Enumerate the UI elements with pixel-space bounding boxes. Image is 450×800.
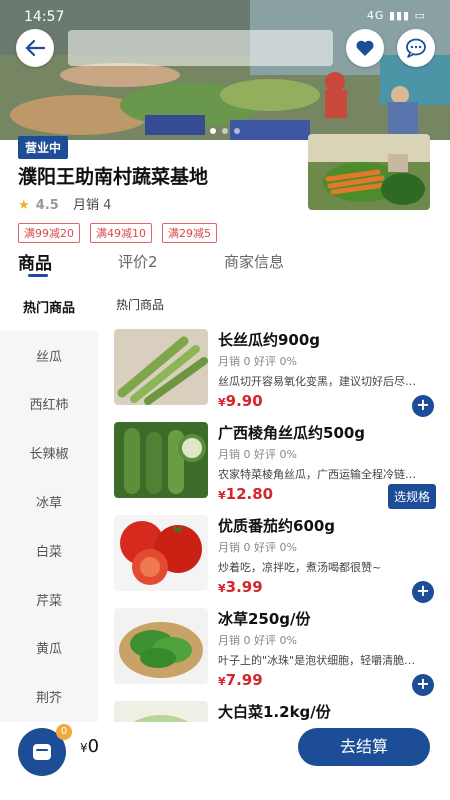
product-image [114,701,208,722]
status-time: 14:57 [24,9,65,25]
product-price: ¥9.90 [218,392,263,410]
store-name: 濮阳王助南村蔬菜基地 [18,166,209,188]
add-to-cart-button[interactable]: + [412,674,434,696]
product-card[interactable]: 冰草250g/份 月销 0 好评 0% 叶子上的"冰珠"是泡状细胞，轻嚼清脆多汁… [114,608,444,696]
store-rating: ★ 4.5 月销 4 [18,194,111,213]
add-to-cart-button[interactable]: + [412,395,434,417]
product-description: 炒着吃，凉拌吃，煮汤喝都很赞~ [218,561,382,574]
store-thumbnail [308,134,430,210]
status-icons: 4G ▮▮▮ ▭ [366,9,426,22]
carousel-dots [210,128,240,134]
chat-icon [406,38,426,58]
product-name: 优质番茄约600g [218,517,336,535]
status-bar: 14:57 4G ▮▮▮ ▭ [0,0,450,30]
sidebar-item-schizonepeta[interactable]: 荆芥 [0,672,98,721]
sidebar-item-cabbage[interactable]: 白菜 [0,526,98,575]
arrow-left-icon [25,39,45,57]
coupon-tag[interactable]: 满29减5 [162,223,217,243]
coupon-tag[interactable]: 满99减20 [18,223,80,243]
tab-merchant-info[interactable]: 商家信息 [224,251,284,272]
product-stats: 月销 0 好评 0% [218,355,297,368]
add-to-cart-button[interactable]: + [412,581,434,603]
checkout-button[interactable]: 去结算 [298,728,430,766]
product-price: ¥12.80 [218,485,274,503]
store-thumbnail-image [308,134,430,210]
section-title: 热门商品 [116,298,165,312]
product-card[interactable]: 广西棱角丝瓜约500g 月销 0 好评 0% 农家特菜棱角丝瓜，广西运输全程冷链… [114,422,444,509]
carousel-dot [210,128,216,134]
product-description: 农家特菜棱角丝瓜，广西运输全程冷链保鲜 [218,468,420,481]
monthly-sales-label: 月销 [72,198,99,213]
sidebar-item-ice-plant[interactable]: 冰草 [0,477,98,526]
sidebar-item-loofah[interactable]: 丝瓜 [0,331,98,380]
sidebar-item-long-pepper[interactable]: 长辣椒 [0,428,98,477]
active-tab-indicator [28,274,48,277]
star-icon: ★ [18,198,30,213]
carousel-dot [222,128,228,134]
sidebar-item-celery[interactable]: 芹菜 [0,575,98,624]
product-name: 冰草250g/份 [218,610,311,628]
store-banner: 14:57 4G ▮▮▮ ▭ [0,0,450,150]
cart-total: ¥0 [80,736,100,757]
tab-products[interactable]: 商品 [18,249,52,274]
product-image [114,329,208,405]
cart-count-badge: 0 [56,724,72,740]
product-stats: 月销 0 好评 0% [218,634,297,647]
rating-value: 4.5 [35,198,59,213]
favorite-button[interactable] [346,29,384,67]
product-name: 长丝瓜约900g [218,331,321,349]
product-description: 叶子上的"冰珠"是泡状细胞，轻嚼清脆多汁 [218,654,420,667]
sidebar-item-cucumber[interactable]: 黄瓜 [0,624,98,673]
store-page: 14:57 4G ▮▮▮ ▭ 营业中 濮阳王助南村蔬菜基地 ★ 4.5 月销 4… [0,0,450,800]
carousel-dot [234,128,240,134]
search-bar[interactable] [68,30,333,66]
sidebar-item-tomato[interactable]: 西红柿 [0,380,98,429]
product-name: 广西棱角丝瓜约500g [218,424,366,442]
tab-reviews[interactable]: 评价2 [118,251,158,272]
cart-bar: 0 ¥0 去结算 [0,722,450,800]
select-spec-button[interactable]: 选规格 [387,484,436,509]
sidebar-item-hot[interactable]: 热门商品 [0,282,98,331]
product-list: 热门商品 长丝瓜约900g 月销 0 好评 0% 丝瓜切开容易氧化变黑，建议切好… [98,282,450,722]
product-image [114,608,208,684]
product-stats: 月销 0 好评 0% [218,448,297,461]
product-name: 大白菜1.2kg/份 [218,703,331,721]
product-image [114,422,208,498]
product-price: ¥3.99 [218,578,263,596]
message-button[interactable] [397,29,435,67]
open-status-badge: 营业中 [18,136,69,159]
category-sidebar: 热门商品 丝瓜 西红柿 长辣椒 冰草 白菜 芹菜 黄瓜 荆芥 [0,282,98,722]
monthly-sales-count: 4 [103,198,112,213]
product-price: ¥7.99 [218,671,263,689]
cart-icon [33,744,51,760]
product-stats: 月销 0 好评 0% [218,541,297,554]
coupon-tag[interactable]: 满49减10 [90,223,152,243]
coupon-list: 满99减20 满49减10 满29减5 [18,223,217,243]
product-card[interactable]: 长丝瓜约900g 月销 0 好评 0% 丝瓜切开容易氧化变黑，建议切好后尽快烹饪… [114,329,444,417]
product-card[interactable]: 优质番茄约600g 月销 0 好评 0% 炒着吃，凉拌吃，煮汤喝都很赞~ ¥3.… [114,515,444,603]
product-image [114,515,208,591]
product-description: 丝瓜切开容易氧化变黑，建议切好后尽快烹饪 [218,375,420,388]
back-button[interactable] [16,29,54,67]
store-tabs: 商品 评价2 商家信息 [0,245,450,281]
heart-icon [356,40,374,56]
product-card[interactable]: 大白菜1.2kg/份 [114,701,444,722]
